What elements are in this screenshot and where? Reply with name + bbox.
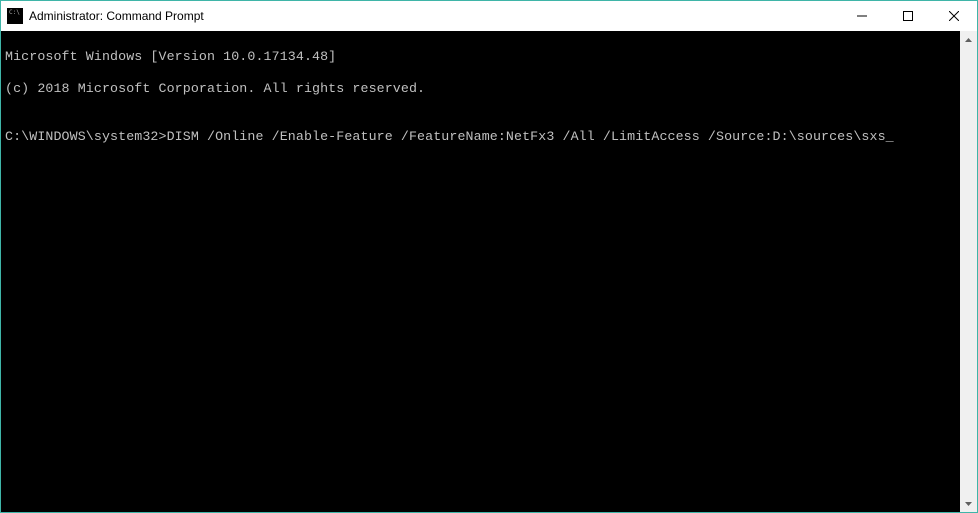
scroll-up-button[interactable] (960, 31, 977, 48)
command-prompt-window: Administrator: Command Prompt Microsoft … (0, 0, 978, 513)
terminal-prompt: C:\WINDOWS\system32> (5, 129, 167, 144)
minimize-button[interactable] (839, 1, 885, 31)
terminal-line: Microsoft Windows [Version 10.0.17134.48… (5, 49, 956, 65)
scroll-down-button[interactable] (960, 495, 977, 512)
minimize-icon (857, 11, 867, 21)
window-title: Administrator: Command Prompt (29, 9, 204, 23)
window-controls (839, 1, 977, 31)
titlebar[interactable]: Administrator: Command Prompt (1, 1, 977, 31)
scroll-track[interactable] (960, 48, 977, 495)
chevron-up-icon (965, 38, 972, 42)
client-area: Microsoft Windows [Version 10.0.17134.48… (1, 31, 977, 512)
terminal-command: DISM /Online /Enable-Feature /FeatureNam… (167, 129, 886, 144)
terminal-line: (c) 2018 Microsoft Corporation. All righ… (5, 81, 956, 97)
chevron-down-icon (965, 502, 972, 506)
vertical-scrollbar[interactable] (960, 31, 977, 512)
maximize-button[interactable] (885, 1, 931, 31)
terminal-output[interactable]: Microsoft Windows [Version 10.0.17134.48… (1, 31, 960, 512)
close-icon (949, 11, 959, 21)
close-button[interactable] (931, 1, 977, 31)
terminal-command-line: C:\WINDOWS\system32>DISM /Online /Enable… (5, 129, 956, 145)
cmd-icon (7, 8, 23, 24)
maximize-icon (903, 11, 913, 21)
terminal-cursor: _ (886, 129, 894, 144)
